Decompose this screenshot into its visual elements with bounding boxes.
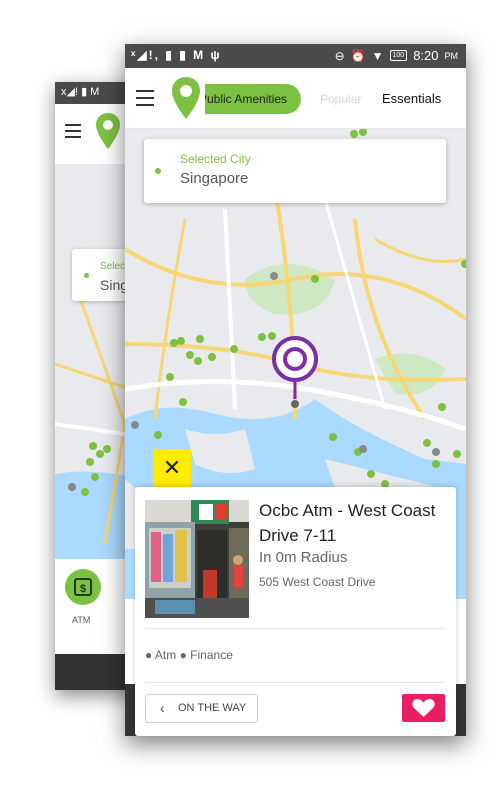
battery-icon: 100 [389,50,408,61]
place-address: 505 West Coast Drive [259,575,376,589]
tab-essentials[interactable]: Essentials [382,91,441,106]
back-city-dot [84,273,89,278]
app-bar: Public Amenities Popular Essentials [125,68,466,129]
menu-icon[interactable] [136,90,154,106]
back-menu-icon[interactable] [65,124,81,138]
status-time: 8:20 [413,48,439,63]
close-button[interactable]: ✕ [153,449,191,487]
atm-icon: $ [74,578,92,596]
place-photo [145,500,249,618]
chevron-left-icon: ‹ [160,700,165,716]
place-detail-card: Ocbc Atm - West Coast Drive 7-11 In 0m R… [135,487,456,736]
place-radius: In 0m Radius [259,549,348,566]
back-atm-label: ATM [72,615,91,625]
favorite-button[interactable] [402,694,445,722]
screenshot-stage: x◢! ▮ M Selec Sing $ ATM ˣ◢!, ▮ ▮ M ψ ⊖ … [0,0,497,788]
logo-pin-icon [172,77,200,119]
tab-public-amenities[interactable]: Public Amenities [205,84,301,114]
back-status-icons: x◢! ▮ M [61,86,100,98]
heart-icon [412,699,435,717]
store-photo-image [145,500,249,618]
status-bar: ˣ◢!, ▮ ▮ M ψ ⊖ ⏰ ▼ 100 8:20 PM [125,44,466,68]
on-the-way-label: ON THE WAY [178,702,247,714]
divider [145,628,446,629]
selected-city-label: Selected City [180,152,251,166]
city-dot-icon [155,168,161,174]
status-ampm: PM [444,50,459,61]
tab-popular[interactable]: Popular [320,92,361,106]
back-atm-category-button[interactable]: $ [65,569,101,605]
wifi-icon: ▼ [371,48,384,63]
selected-city-card[interactable]: Selected City Singapore [144,139,446,203]
status-right: ⊖ ⏰ ▼ 100 8:20 PM [335,48,458,63]
status-left-icons: ˣ◢!, ▮ ▮ M ψ [131,48,222,62]
place-tags: ● Atm ● Finance [145,648,233,662]
back-city-label: Selec [100,261,126,272]
back-city-value: Sing [100,277,129,293]
alarm-icon: ⏰ [350,48,366,63]
divider [145,682,446,683]
svg-text:$: $ [80,583,86,595]
close-icon: ✕ [162,455,182,480]
front-phone-screen: ˣ◢!, ▮ ▮ M ψ ⊖ ⏰ ▼ 100 8:20 PM Public Am… [125,44,466,736]
place-name: Ocbc Atm - West Coast Drive 7-11 [259,501,436,545]
selected-city-value: Singapore [180,170,249,187]
on-the-way-button[interactable]: ‹ ON THE WAY [145,694,258,723]
back-logo-pin-icon [96,113,120,149]
dnd-icon: ⊖ [334,48,345,63]
